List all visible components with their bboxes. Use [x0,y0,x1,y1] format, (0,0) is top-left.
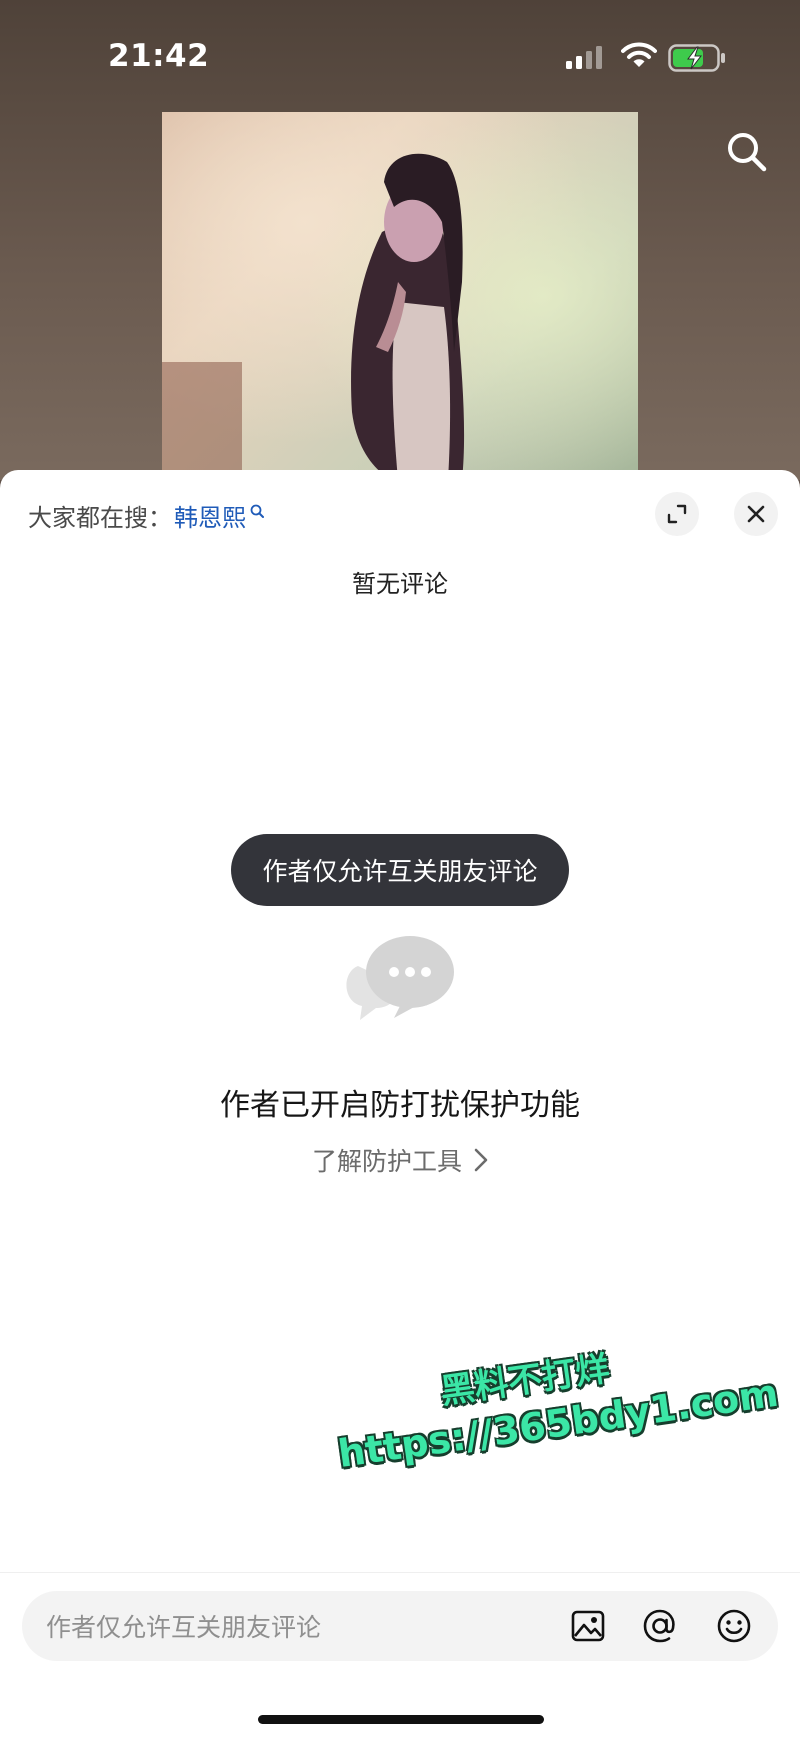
video-image [162,112,638,480]
close-icon [747,505,765,523]
image-icon[interactable] [570,1608,606,1644]
close-button[interactable] [734,492,778,536]
hot-search-bar[interactable]: 大家都在搜： 韩恩熙 [28,498,264,533]
protection-title: 作者已开启防打扰保护功能 [220,1088,580,1123]
comment-input-bar [22,1591,778,1663]
at-icon[interactable] [642,1608,678,1644]
chevron-right-icon [474,1148,488,1172]
comment-input[interactable] [44,1591,568,1663]
input-divider [0,1572,800,1573]
emoji-icon[interactable] [716,1608,752,1644]
video-frame[interactable] [162,112,638,480]
search-icon[interactable] [726,131,768,173]
toast-message: 作者仅允许互关朋友评论 [231,834,569,906]
status-bar: 21:42 [0,0,800,110]
cellular-signal-icon [566,46,602,69]
home-indicator[interactable] [258,1715,544,1724]
learn-protection-link[interactable]: 了解防护工具 [0,1142,800,1178]
wifi-icon [621,42,657,67]
expand-button[interactable] [655,492,699,536]
hot-search-keyword[interactable]: 韩恩熙 [174,498,246,533]
expand-icon [667,504,687,524]
comment-sheet: 大家都在搜： 韩恩熙 暂无评论 作者仅允许互关朋友评论 作者已开启防打扰保护功能… [0,470,800,1738]
learn-protection-label: 了解防护工具 [311,1147,462,1176]
battery-charging-icon [668,44,725,72]
chat-bubbles-icon [346,936,454,1020]
status-time: 21:42 [108,38,210,74]
empty-comments-title: 暂无评论 [352,570,448,598]
hot-search-prefix: 大家都在搜： [28,504,172,532]
mini-search-icon [250,504,264,518]
